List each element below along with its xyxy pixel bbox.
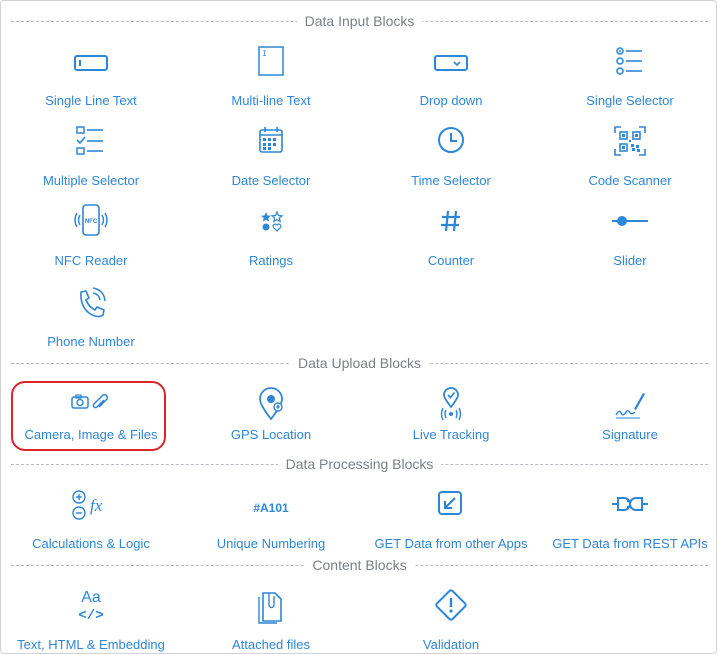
block-unique-numbering[interactable]: #A101 Unique Numbering xyxy=(181,482,361,552)
alert-diamond-icon xyxy=(431,587,471,627)
section-data-input: Data Input Blocks xyxy=(11,11,708,31)
qr-code-icon xyxy=(610,123,650,163)
section-title-text: Content Blocks xyxy=(304,555,415,575)
signature-pen-icon xyxy=(610,385,650,425)
block-phone-number[interactable]: Phone Number xyxy=(1,280,181,350)
slider-icon xyxy=(610,203,650,243)
block-label: Drop down xyxy=(419,93,483,108)
block-drop-down[interactable]: Drop down xyxy=(361,39,541,109)
block-date-selector[interactable]: Date Selector xyxy=(181,119,361,189)
block-label: Multi-line Text xyxy=(231,93,311,108)
block-label: Multiple Selector xyxy=(42,173,140,188)
block-label: Counter xyxy=(427,253,475,268)
section-title-text: Data Processing Blocks xyxy=(277,454,442,474)
phone-icon xyxy=(71,284,111,324)
dropdown-icon xyxy=(431,43,471,83)
block-label: GPS Location xyxy=(230,427,312,442)
block-label: Validation xyxy=(422,637,480,652)
block-label: Ratings xyxy=(248,253,294,268)
code-icon-text: </> xyxy=(78,608,103,624)
block-label: Live Tracking xyxy=(412,427,490,442)
plug-connector-icon xyxy=(610,486,650,526)
block-get-data-other-apps[interactable]: GET Data from other Apps xyxy=(361,482,541,552)
block-label: NFC Reader xyxy=(54,253,128,268)
block-multi-line-text[interactable]: I Multi-line Text xyxy=(181,39,361,109)
block-label: Unique Numbering xyxy=(216,536,326,551)
block-validation[interactable]: Validation xyxy=(361,583,541,653)
radio-list-icon xyxy=(610,43,650,83)
block-label: Slider xyxy=(613,253,647,268)
aa-icon-text: Aa xyxy=(81,589,101,606)
block-label: Single Line Text xyxy=(45,93,137,108)
block-label: Text, HTML & Embedding xyxy=(17,637,165,652)
map-pin-icon xyxy=(251,385,291,425)
camera-attachment-icon xyxy=(66,385,116,425)
block-ratings[interactable]: Ratings xyxy=(181,199,361,269)
block-calculations-logic[interactable]: fx Calculations & Logic xyxy=(1,482,181,552)
section-data-processing: Data Processing Blocks xyxy=(11,454,708,474)
unique-number-icon: #A101 xyxy=(241,486,301,526)
block-nfc-reader[interactable]: NFC NFC Reader xyxy=(1,199,181,269)
block-label: Time Selector xyxy=(411,173,491,188)
block-label: GET Data from REST APIs xyxy=(552,536,708,551)
block-gps-location[interactable]: GPS Location xyxy=(181,381,361,451)
block-signature[interactable]: Signature xyxy=(540,381,717,451)
section-title-text: Data Upload Blocks xyxy=(290,353,429,373)
text-code-icon: Aa </> xyxy=(71,587,111,627)
block-label: Calculations & Logic xyxy=(32,536,150,551)
calculator-fx-icon: fx xyxy=(66,486,116,526)
block-counter[interactable]: Counter xyxy=(361,199,541,269)
block-single-line-text[interactable]: Single Line Text xyxy=(1,39,181,109)
block-single-selector[interactable]: Single Selector xyxy=(540,39,717,109)
nfc-icon-text: NFC xyxy=(85,219,98,225)
section-data-upload: Data Upload Blocks xyxy=(11,353,708,373)
block-attached-files[interactable]: Attached files xyxy=(181,583,361,653)
block-label: Code Scanner xyxy=(588,173,672,188)
import-arrow-icon xyxy=(431,486,471,526)
hash-icon xyxy=(431,203,471,243)
block-text-html-embedding[interactable]: Aa </> Text, HTML & Embedding xyxy=(1,583,181,653)
block-code-scanner[interactable]: Code Scanner xyxy=(540,119,717,189)
block-slider[interactable]: Slider xyxy=(540,199,717,269)
block-multiple-selector[interactable]: Multiple Selector xyxy=(1,119,181,189)
block-get-data-rest[interactable]: GET Data from REST APIs xyxy=(540,482,717,552)
block-label: Attached files xyxy=(231,637,311,652)
block-label: GET Data from other Apps xyxy=(374,536,528,551)
unique-number-icon-text: #A101 xyxy=(253,501,289,515)
blocks-panel: Data Input Blocks Single Line Text I Mul… xyxy=(0,0,717,654)
block-camera-image-files[interactable]: Camera, Image & Files xyxy=(1,381,181,451)
checklist-icon xyxy=(71,123,111,163)
live-tracking-icon xyxy=(431,385,471,425)
block-time-selector[interactable]: Time Selector xyxy=(361,119,541,189)
block-label: Single Selector xyxy=(586,93,674,108)
section-title-text: Data Input Blocks xyxy=(296,11,423,31)
clock-icon xyxy=(431,123,471,163)
block-label: Camera, Image & Files xyxy=(24,427,158,442)
calendar-icon xyxy=(251,123,291,163)
textarea-icon: I xyxy=(251,43,291,83)
block-label: Signature xyxy=(602,427,658,442)
svg-text:I: I xyxy=(262,50,267,59)
block-label: Phone Number xyxy=(47,334,135,349)
text-input-icon xyxy=(71,43,111,83)
attached-files-icon xyxy=(251,587,291,627)
section-content: Content Blocks xyxy=(11,555,708,575)
block-live-tracking[interactable]: Live Tracking xyxy=(361,381,541,451)
nfc-icon: NFC xyxy=(71,203,111,243)
block-label: Date Selector xyxy=(231,173,311,188)
fx-icon-text: fx xyxy=(90,496,103,515)
ratings-icon xyxy=(251,203,291,243)
